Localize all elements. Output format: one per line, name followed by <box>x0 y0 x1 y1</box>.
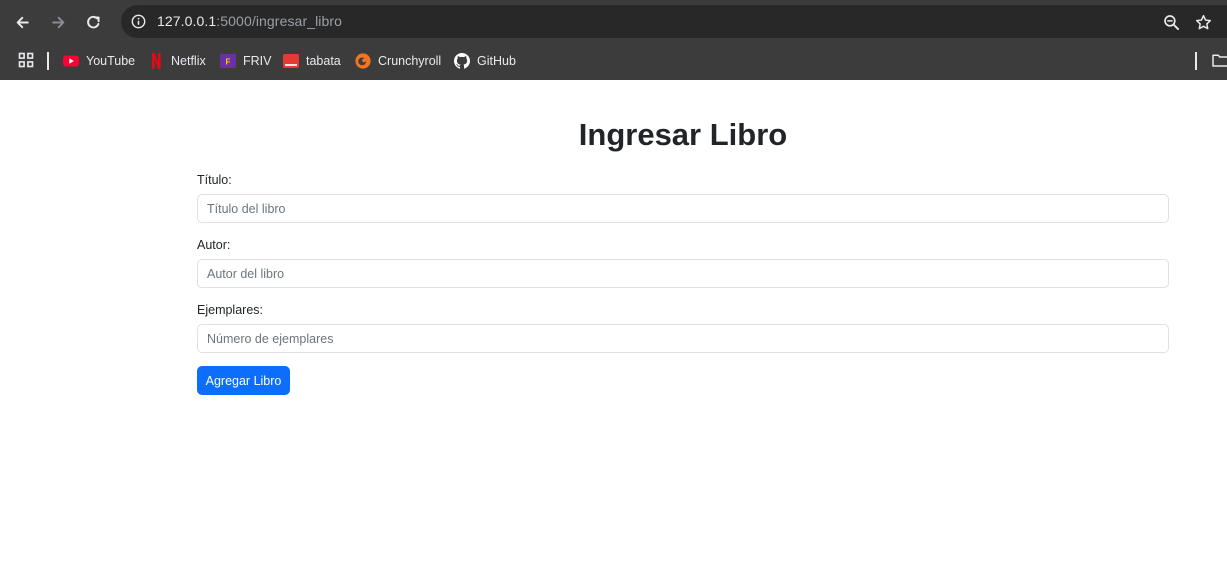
folder-icon <box>1212 54 1227 67</box>
other-bookmarks-button[interactable] <box>1212 53 1227 67</box>
forward-button[interactable] <box>43 7 73 37</box>
friv-icon: F <box>220 53 236 69</box>
bookmark-label: GitHub <box>477 54 516 68</box>
bookmark-friv[interactable]: F FRIV <box>220 51 271 71</box>
bookmark-crunchyroll[interactable]: Crunchyroll <box>355 51 441 71</box>
address-bar[interactable]: 127.0.0.1:5000/ingresar_libro <box>121 5 1227 38</box>
bookmark-label: YouTube <box>86 54 136 68</box>
url-host: 127.0.0.1 <box>157 13 217 29</box>
tabata-icon <box>283 53 299 69</box>
autor-label: Autor: <box>197 238 231 252</box>
ejemplares-label: Ejemplares: <box>197 303 263 317</box>
svg-text:F: F <box>226 58 231 67</box>
bookmark-label: Netflix <box>171 54 206 68</box>
bookmark-tabata[interactable]: tabata <box>283 51 341 71</box>
page-title: Ingresar Libro <box>578 117 788 152</box>
youtube-icon <box>63 53 79 69</box>
bookmark-star-button[interactable] <box>1193 12 1213 32</box>
apps-button[interactable] <box>18 52 34 68</box>
browser-toolbar: 127.0.0.1:5000/ingresar_libro <box>0 0 1227 43</box>
bookmarks-divider <box>47 52 49 70</box>
reload-button[interactable] <box>78 7 108 37</box>
bookmark-label: FRIV <box>243 54 272 68</box>
autor-input[interactable] <box>197 259 1169 288</box>
github-icon <box>454 53 470 69</box>
crunchyroll-icon <box>355 53 371 69</box>
arrow-left-icon <box>16 16 29 28</box>
titulo-input[interactable] <box>197 194 1169 223</box>
agregar-libro-button[interactable]: Agregar Libro <box>197 366 290 395</box>
bookmarks-divider-right <box>1195 52 1197 70</box>
bookmark-github[interactable]: GitHub <box>454 51 516 71</box>
bookmark-label: tabata <box>306 54 341 68</box>
url-text[interactable]: 127.0.0.1:5000/ingresar_libro <box>157 13 342 30</box>
star-icon <box>1195 14 1211 29</box>
bookmark-label: Crunchyroll <box>378 54 442 68</box>
ejemplares-input[interactable] <box>197 324 1169 353</box>
titulo-label: Título: <box>197 173 232 187</box>
info-icon <box>131 14 146 29</box>
reload-icon <box>86 15 100 28</box>
netflix-icon <box>148 53 164 69</box>
bookmark-netflix[interactable]: Netflix <box>148 51 206 71</box>
site-info-button[interactable] <box>128 11 149 32</box>
url-path: :5000/ingresar_libro <box>216 13 343 29</box>
apps-grid-icon <box>18 52 34 68</box>
zoom-button[interactable] <box>1161 12 1181 32</box>
zoom-icon <box>1163 14 1179 30</box>
page-viewport: Ingresar Libro Título: Autor: Ejemplares… <box>0 80 1227 565</box>
back-button[interactable] <box>7 7 37 37</box>
bookmark-youtube[interactable]: YouTube <box>63 51 135 71</box>
bookmarks-bar: YouTube Netflix F FRIV tabata Crunchyrol… <box>0 43 1227 80</box>
arrow-right-icon <box>51 16 64 28</box>
